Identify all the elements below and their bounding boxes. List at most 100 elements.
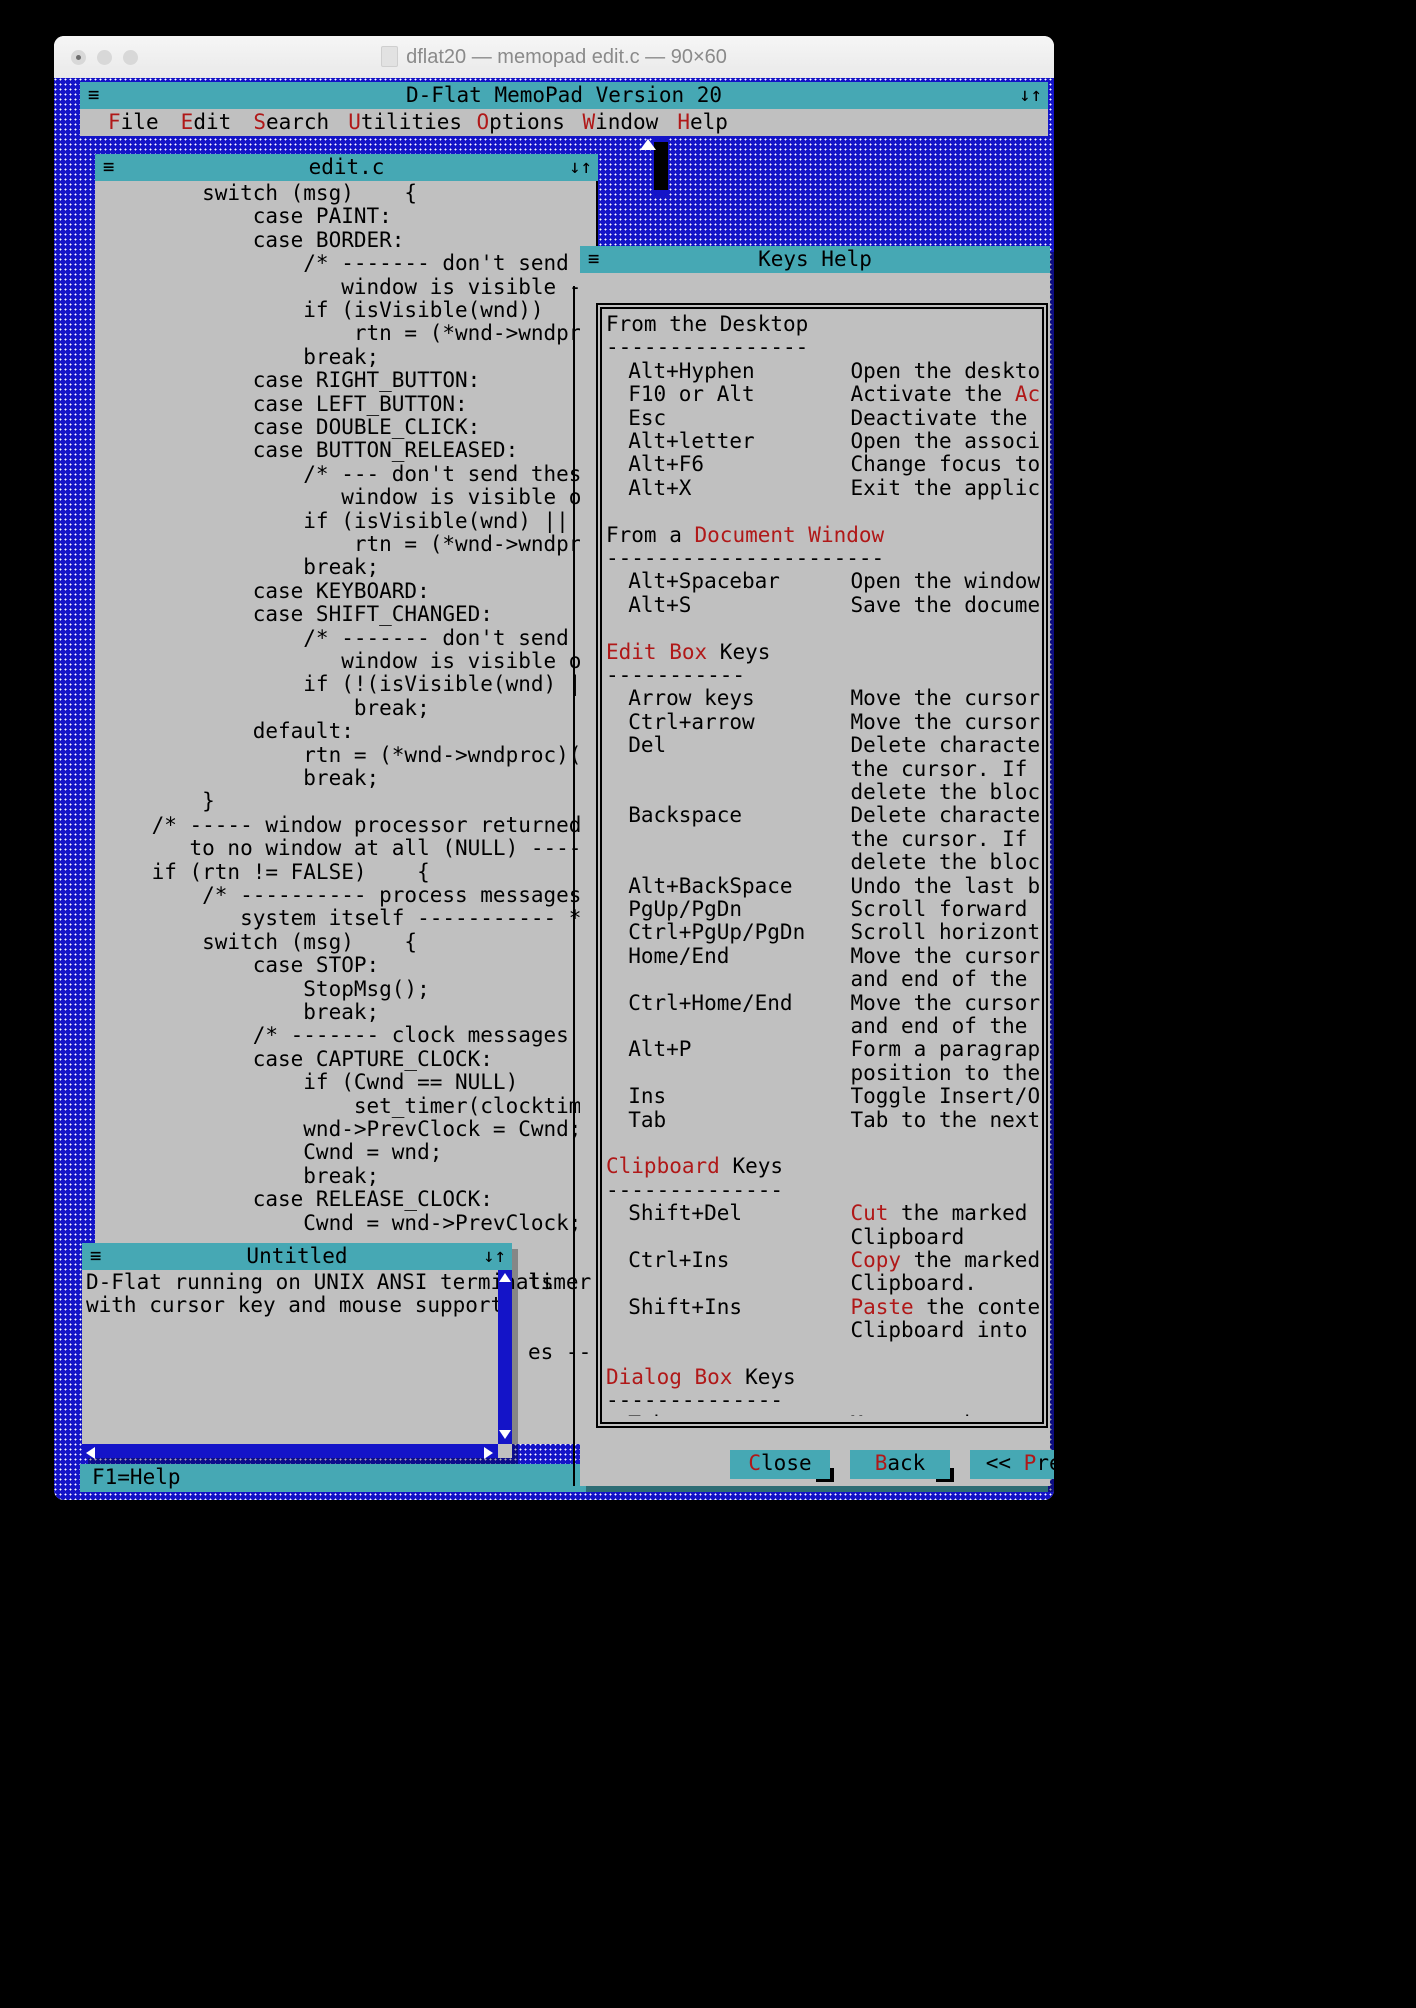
menubar-item-file[interactable]: File	[108, 109, 159, 136]
untitled-scroll-up-arrow-icon[interactable]	[499, 1273, 511, 1282]
help-desc-text: Clipboard into the doc	[850, 1318, 1040, 1342]
untitled-text-line: with cursor key and mouse support!	[86, 1293, 516, 1318]
help-text: --------------	[606, 1177, 784, 1202]
editor-code-line: case RELEASE_CLOCK:	[101, 1187, 493, 1212]
app-desktop-right-strip	[1014, 136, 1028, 1464]
menu-accel-letter: H	[677, 110, 690, 134]
help-text: Save the document to a	[850, 592, 1040, 617]
app-minmax-icons[interactable]: ↓↑	[1019, 82, 1042, 109]
menubar-item-edit[interactable]: Edit	[181, 109, 232, 136]
help-desc-text: Paste the contents of	[850, 1295, 1040, 1319]
help-line: From the Desktop	[606, 313, 808, 336]
menu-item-label: earch	[265, 110, 330, 134]
help-key-label: Alt+letter	[628, 429, 755, 453]
help-button-close[interactable]: Close	[730, 1450, 830, 1479]
editor-code-line: /* ------- don't send these	[101, 625, 645, 650]
help-button-back[interactable]: Back	[850, 1450, 950, 1479]
editor-code-line: break;	[101, 1163, 380, 1188]
help-key-label: Home/End	[628, 943, 730, 968]
untitled-scroll-down-arrow-icon[interactable]	[499, 1430, 511, 1439]
editor-title-text: edit.c	[308, 155, 385, 179]
editor-code-line: case RIGHT_BUTTON:	[101, 368, 481, 393]
button-label-part: lose	[761, 1451, 812, 1475]
help-text: Move to the next contr	[850, 1412, 1040, 1416]
help-text: delete the block.	[850, 780, 1040, 804]
untitled-titlebar: ≡ Untitled ↓↑	[82, 1243, 512, 1270]
help-line: From a Document Window	[606, 523, 885, 547]
keys-help-text-body[interactable]: From the Desktop ---------------- Alt+Hyph…	[606, 313, 1040, 1416]
help-desc-text: Move to the next contr	[850, 1412, 1040, 1416]
help-text: Exit the application.	[850, 475, 1040, 500]
editor-code-line: /* ------- don't send these	[101, 251, 645, 276]
editor-obscured-fragment: es --	[528, 1340, 592, 1365]
menu-accel-letter: F	[108, 110, 121, 134]
help-desc-text: Undo the last block de	[850, 874, 1040, 898]
editor-code-line: break;	[101, 1000, 380, 1024]
menu-accel-letter: S	[253, 110, 266, 134]
untitled-scrollbar-horizontal[interactable]	[82, 1444, 498, 1458]
help-desc-text: and end of the line.	[850, 967, 1040, 991]
button-accel-letter: C	[748, 1451, 762, 1475]
help-line: Dialog Box Keys	[606, 1365, 796, 1389]
help-desc-text: Activate the ActionBar	[850, 382, 1040, 406]
help-desc-text: the cursor. If a block	[850, 826, 1040, 851]
app-scrollbar-thumb[interactable]	[654, 142, 668, 190]
editor-code-line: window is visible or has	[101, 485, 645, 510]
menubar-item-options[interactable]: Options	[476, 109, 565, 136]
menu-accel-letter: E	[180, 110, 194, 134]
button-accel-letter: B	[874, 1451, 888, 1475]
editor-code-line: default:	[101, 719, 354, 744]
editor-code-line: case SHIFT_CHANGED:	[101, 602, 493, 627]
help-link-text[interactable]: Dialog Box	[606, 1365, 732, 1389]
menu-item-label: ile	[120, 110, 159, 134]
help-desc-text: Tab to the next Tab St	[850, 1108, 1040, 1132]
help-link-text[interactable]: Copy	[850, 1248, 901, 1272]
help-text: the cursor. If a	[850, 826, 1028, 851]
help-link-text[interactable]: Paste	[850, 1295, 913, 1319]
help-link-text[interactable]: Document Window	[695, 523, 885, 547]
menubar-item-utilities[interactable]: Utilities	[348, 109, 462, 136]
editor-code-line: window is visible ------	[101, 274, 645, 299]
window-separator-line	[573, 286, 575, 1486]
scroll-up-arrow-icon[interactable]	[640, 139, 656, 150]
help-link-text[interactable]: Cut	[850, 1201, 888, 1225]
help-key-label: PgUp/PgDn	[628, 897, 743, 921]
untitled-minmax-icons[interactable]: ↓↑	[483, 1243, 506, 1270]
help-key-label: Tab	[628, 1107, 667, 1132]
help-text: -----------	[606, 663, 746, 687]
editor-code-line: /* ----- window processor returned true	[101, 812, 645, 837]
menubar-item-window[interactable]: Window	[582, 109, 658, 136]
untitled-scroll-left-arrow-icon[interactable]	[86, 1447, 95, 1459]
help-link-text[interactable]: Edit Box	[606, 640, 707, 664]
untitled-title-text: Untitled	[246, 1244, 348, 1268]
mac-title-text: dflat20 — memopad edit.c — 90×60	[406, 46, 727, 68]
untitled-scroll-right-arrow-icon[interactable]	[484, 1447, 493, 1459]
menubar-item-search[interactable]: Search	[253, 109, 329, 136]
editor-minmax-icons[interactable]: ↓↑	[569, 154, 592, 181]
editor-code-line: if (rtn != FALSE) {	[101, 859, 430, 884]
menubar-item-help[interactable]: Help	[677, 109, 728, 136]
untitled-text-area[interactable]: D-Flat running on UNIX ANSI terminals wit…	[82, 1270, 554, 1444]
help-desc-text: Toggle Insert/Overstri	[850, 1084, 1040, 1108]
help-button-prev[interactable]: << Prev	[970, 1450, 1054, 1479]
help-key-label: Tab	[628, 1412, 666, 1416]
help-desc-text: Delete character to th	[850, 804, 1040, 827]
help-text: Move the cursor to the	[850, 990, 1040, 1015]
untitled-scrollbar-vertical[interactable]	[498, 1270, 512, 1444]
help-desc-text: Move the cursor to the	[850, 944, 1040, 968]
help-text: Keys	[719, 1154, 784, 1179]
editor-code-line: case BUTTON_RELEASED:	[101, 438, 519, 463]
editor-code-line: switch (msg) {	[101, 929, 418, 954]
help-text: delete the block.	[850, 850, 1040, 875]
help-text: Open the associated	[850, 429, 1040, 453]
editor-code-line: if (Cwnd == NULL)	[101, 1070, 519, 1095]
help-link-text[interactable]: Clipboard	[606, 1154, 720, 1178]
help-line: ----------------------	[606, 546, 884, 570]
help-text: Keys	[732, 1365, 796, 1389]
editor-titlebar: ≡ edit.c ↓↑	[95, 154, 598, 181]
editor-code-line: case KEYBOARD:	[101, 578, 430, 603]
help-desc-text: Form a paragraph from	[850, 1038, 1040, 1061]
editor-code-line: case LEFT_BUTTON:	[101, 391, 468, 416]
help-desc-text: Scroll horizontally on	[850, 921, 1040, 944]
editor-code-line: Cwnd = wnd;	[101, 1140, 443, 1165]
